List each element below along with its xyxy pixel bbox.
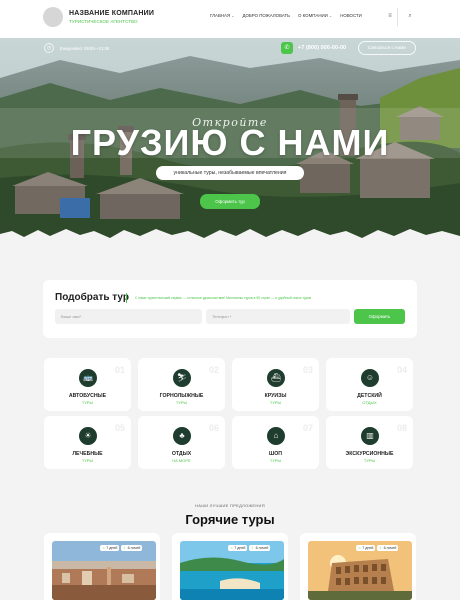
working-hours: Ежедневно: 09:00—21:00 (60, 46, 110, 51)
nav-item-label: НОВОСТИ (340, 13, 362, 18)
chevron-down-icon: ⌄ (328, 13, 333, 18)
menu-icon[interactable]: ≡ (385, 11, 395, 21)
luggage-icon: ▥ (361, 427, 379, 445)
hero-topbar: ◷ Ежедневно: 09:00—21:00 ✆ +7 (800) 000-… (0, 40, 460, 56)
palm-icon: ♣ (173, 427, 191, 445)
nights-tag: ☾ 6 ночей (249, 545, 271, 551)
hero-section: ◷ Ежедневно: 09:00—21:00 ✆ +7 (800) 000-… (0, 38, 460, 250)
kids-icon: ☺ (361, 369, 379, 387)
category-card[interactable]: 01 🚌 АВТОБУСНЫЕ ТУРЫ (44, 358, 131, 411)
header-divider (397, 8, 398, 26)
phone-number[interactable]: +7 (800) 000-00-00 (298, 45, 346, 51)
nav-item-label: ГЛАВНАЯ (210, 13, 231, 18)
nights-tag: ☾ 6 ночей (377, 545, 399, 551)
category-subtitle: ТУРЫ (81, 400, 94, 405)
category-subtitle: ТУРЫ (269, 458, 282, 463)
category-number: 02 (208, 365, 219, 375)
search-divider (126, 293, 127, 303)
tour-duration: ☼ 7 дней ☾ 6 ночей (228, 545, 271, 551)
site-header: НАЗВАНИЕ КОМПАНИИ ТУРИСТИЧЕСКОЕ АГЕНТСТВ… (0, 0, 460, 38)
category-number: 03 (302, 365, 313, 375)
category-title: ЭКСКУРСИОННЫЕ (345, 451, 394, 457)
company-tagline: ТУРИСТИЧЕСКОЕ АГЕНТСТВО (69, 19, 138, 24)
tour-card[interactable]: ☼ 7 дней ☾ 6 ночей (300, 533, 416, 600)
chevron-down-icon: ⌄ (231, 13, 235, 18)
nav-item-home[interactable]: ГЛАВНАЯ⌄ (210, 13, 235, 18)
tour-card[interactable]: ☼ 7 дней ☾ 6 ночей (44, 533, 160, 600)
category-title: КРУИЗЫ (264, 393, 287, 399)
category-subtitle: ОТДЫХ (362, 400, 377, 405)
nav-item-about[interactable]: О КОМПАНИИ⌄ (298, 13, 332, 18)
nav-item-label: ДОБРО ПОЖАЛОВАТЬ (242, 13, 291, 18)
category-number: 04 (396, 365, 407, 375)
category-subtitle: ТУРЫ (81, 458, 94, 463)
category-card[interactable]: 02 ⛷ ГОРНОЛЫЖНЫЕ ТУРЫ (138, 358, 225, 411)
tour-search-form: Подобрать тур С нами туристический серви… (43, 280, 417, 338)
category-card[interactable]: 05 ☀ ЛЕЧЕБНЫЕ ТУРЫ (44, 416, 131, 469)
sun-icon: ☀ (79, 427, 97, 445)
hero-title: ГРУЗИЮ С НАМИ (70, 122, 390, 163)
category-title: АВТОБУСНЫЕ (68, 393, 107, 399)
category-card[interactable]: 08 ▥ ЭКСКУРСИОННЫЕ ТУРЫ (326, 416, 413, 469)
skier-icon: ⛷ (173, 369, 191, 387)
name-input[interactable]: Ваше имя* (55, 309, 202, 324)
hot-tours-kicker: НАШИ ЛУЧШИЕ ПРЕДЛОЖЕНИЯ (195, 503, 265, 508)
tour-duration: ☼ 7 дней ☾ 6 ночей (356, 545, 399, 551)
contact-us-button[interactable]: Связаться с нами (358, 41, 416, 55)
logo[interactable] (43, 7, 63, 27)
category-title: ЛЕЧЕБНЫЕ (72, 451, 103, 457)
nav-item-label: О КОМПАНИИ (298, 13, 328, 18)
category-number: 07 (302, 423, 313, 433)
days-tag: ☼ 7 дней (356, 545, 376, 551)
company-name[interactable]: НАЗВАНИЕ КОМПАНИИ (69, 10, 154, 17)
category-card[interactable]: 07 ⌂ ШОП ТУРЫ (232, 416, 319, 469)
submit-button[interactable]: Оформить (354, 309, 405, 324)
nav-item-welcome[interactable]: ДОБРО ПОЖАЛОВАТЬ (243, 13, 291, 18)
phone-icon[interactable]: ✆ (281, 42, 293, 54)
category-subtitle: ТУРЫ (363, 458, 376, 463)
search-icon[interactable]: ⌕ (405, 11, 415, 21)
hero-tagline-pill: уникальные туры, незабываемые впечатлени… (156, 166, 304, 180)
category-number: 06 (208, 423, 219, 433)
tour-duration: ☼ 7 дней ☾ 6 ночей (100, 545, 143, 551)
shopping-icon: ⌂ (267, 427, 285, 445)
page: НАЗВАНИЕ КОМПАНИИ ТУРИСТИЧЕСКОЕ АГЕНТСТВ… (0, 0, 460, 600)
search-title: Подобрать тур (55, 292, 129, 303)
days-tag: ☼ 7 дней (100, 545, 120, 551)
category-number: 05 (114, 423, 125, 433)
category-subtitle: НА МОРЕ (172, 458, 191, 463)
tour-card[interactable]: ☼ 7 дней ☾ 6 ночей (172, 533, 288, 600)
bus-icon: 🚌 (79, 369, 97, 387)
category-card[interactable]: 04 ☺ ДЕТСКИЙ ОТДЫХ (326, 358, 413, 411)
search-note: С нами туристический сервис — отличное у… (135, 296, 312, 300)
category-number: 01 (114, 365, 125, 375)
category-card[interactable]: 06 ♣ ОТДЫХ НА МОРЕ (138, 416, 225, 469)
category-number: 08 (396, 423, 407, 433)
main-nav: ГЛАВНАЯ⌄ ДОБРО ПОЖАЛОВАТЬ О КОМПАНИИ⌄ НО… (210, 13, 362, 18)
nights-tag: ☾ 6 ночей (121, 545, 143, 551)
hot-tours-title: Горячие туры (185, 512, 275, 527)
category-title: ГОРНОЛЫЖНЫЕ (159, 393, 204, 399)
hero-cta-button[interactable]: Оформить тур (200, 194, 260, 209)
category-subtitle: ТУРЫ (175, 400, 188, 405)
category-card[interactable]: 03 ⛴ КРУИЗЫ ТУРЫ (232, 358, 319, 411)
days-tag: ☼ 7 дней (228, 545, 248, 551)
category-title: ОТДЫХ (171, 451, 192, 457)
ship-icon: ⛴ (267, 369, 285, 387)
phone-input[interactable]: Телефон * (206, 309, 350, 324)
nav-item-news[interactable]: НОВОСТИ (340, 13, 362, 18)
category-title: ШОП (269, 451, 282, 457)
clock-icon: ◷ (44, 43, 54, 53)
category-subtitle: ТУРЫ (269, 400, 282, 405)
category-title: ДЕТСКИЙ (357, 393, 382, 399)
